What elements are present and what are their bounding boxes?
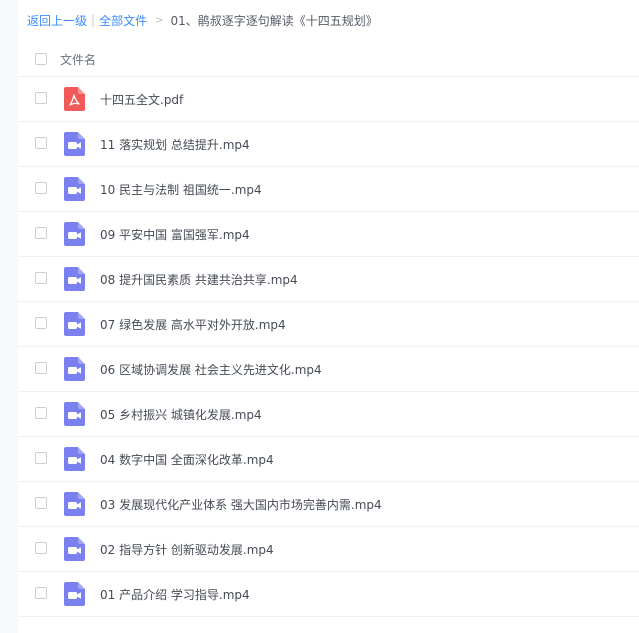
- file-name[interactable]: 08 提升国民素质 共建共治共享.mp4: [100, 271, 298, 288]
- file-name[interactable]: 04 数字中国 全面深化改革.mp4: [100, 451, 274, 468]
- filename-column-header[interactable]: 文件名: [60, 51, 96, 68]
- row-checkbox[interactable]: [35, 137, 47, 149]
- file-list-header: 文件名: [18, 46, 639, 77]
- file-name[interactable]: 02 指导方针 创新驱动发展.mp4: [100, 541, 274, 558]
- file-row[interactable]: 03 发展现代化产业体系 强大国内市场完善内需.mp4: [18, 482, 639, 527]
- pdf-icon: [64, 87, 85, 111]
- select-all-checkbox[interactable]: [35, 53, 47, 65]
- file-row[interactable]: 06 区域协调发展 社会主义先进文化.mp4: [18, 347, 639, 392]
- file-name[interactable]: 05 乡村振兴 城镇化发展.mp4: [100, 406, 262, 423]
- video-icon: [64, 537, 85, 561]
- file-name[interactable]: 03 发展现代化产业体系 强大国内市场完善内需.mp4: [100, 496, 382, 513]
- back-link[interactable]: 返回上一级: [27, 12, 87, 29]
- file-row[interactable]: 07 绿色发展 高水平对外开放.mp4: [18, 302, 639, 347]
- file-row[interactable]: 02 指导方针 创新驱动发展.mp4: [18, 527, 639, 572]
- file-row[interactable]: 10 民主与法制 祖国统一.mp4: [18, 167, 639, 212]
- file-name[interactable]: 10 民主与法制 祖国统一.mp4: [100, 181, 262, 198]
- file-name[interactable]: 11 落实规划 总结提升.mp4: [100, 136, 250, 153]
- video-icon: [64, 222, 85, 246]
- file-row[interactable]: 08 提升国民素质 共建共治共享.mp4: [18, 257, 639, 302]
- row-checkbox[interactable]: [35, 227, 47, 239]
- video-icon: [64, 357, 85, 381]
- current-folder-name: 01、鹃叔逐字逐句解读《十四五规划》: [170, 13, 378, 28]
- file-row[interactable]: 04 数字中国 全面深化改革.mp4: [18, 437, 639, 482]
- video-icon: [64, 267, 85, 291]
- video-icon: [64, 132, 85, 156]
- row-checkbox[interactable]: [35, 497, 47, 509]
- row-checkbox[interactable]: [35, 272, 47, 284]
- file-name[interactable]: 07 绿色发展 高水平对外开放.mp4: [100, 316, 286, 333]
- video-icon: [64, 312, 85, 336]
- row-checkbox[interactable]: [35, 317, 47, 329]
- breadcrumb: 返回上一级 | 全部文件 > 01、鹃叔逐字逐句解读《十四五规划》: [27, 12, 378, 28]
- chevron-right-icon: >: [155, 14, 164, 26]
- file-name[interactable]: 09 平安中国 富国强军.mp4: [100, 226, 250, 243]
- row-checkbox[interactable]: [35, 407, 47, 419]
- row-checkbox[interactable]: [35, 587, 47, 599]
- video-icon: [64, 492, 85, 516]
- video-icon: [64, 177, 85, 201]
- row-checkbox[interactable]: [35, 362, 47, 374]
- file-name[interactable]: 01 产品介绍 学习指导.mp4: [100, 586, 250, 603]
- video-icon: [64, 402, 85, 426]
- video-icon: [64, 447, 85, 471]
- file-name[interactable]: 06 区域协调发展 社会主义先进文化.mp4: [100, 361, 322, 378]
- row-checkbox[interactable]: [35, 92, 47, 104]
- row-checkbox[interactable]: [35, 452, 47, 464]
- row-checkbox[interactable]: [35, 182, 47, 194]
- file-row[interactable]: 01 产品介绍 学习指导.mp4: [18, 572, 639, 617]
- left-panel-strip: [0, 0, 18, 633]
- file-name[interactable]: 十四五全文.pdf: [100, 91, 183, 108]
- row-checkbox[interactable]: [35, 542, 47, 554]
- file-row[interactable]: 11 落实规划 总结提升.mp4: [18, 122, 639, 167]
- file-row[interactable]: 十四五全文.pdf: [18, 77, 639, 122]
- file-row[interactable]: 09 平安中国 富国强军.mp4: [18, 212, 639, 257]
- file-row[interactable]: 05 乡村振兴 城镇化发展.mp4: [18, 392, 639, 437]
- breadcrumb-separator: |: [91, 13, 96, 27]
- video-icon: [64, 582, 85, 606]
- all-files-link[interactable]: 全部文件: [99, 12, 147, 29]
